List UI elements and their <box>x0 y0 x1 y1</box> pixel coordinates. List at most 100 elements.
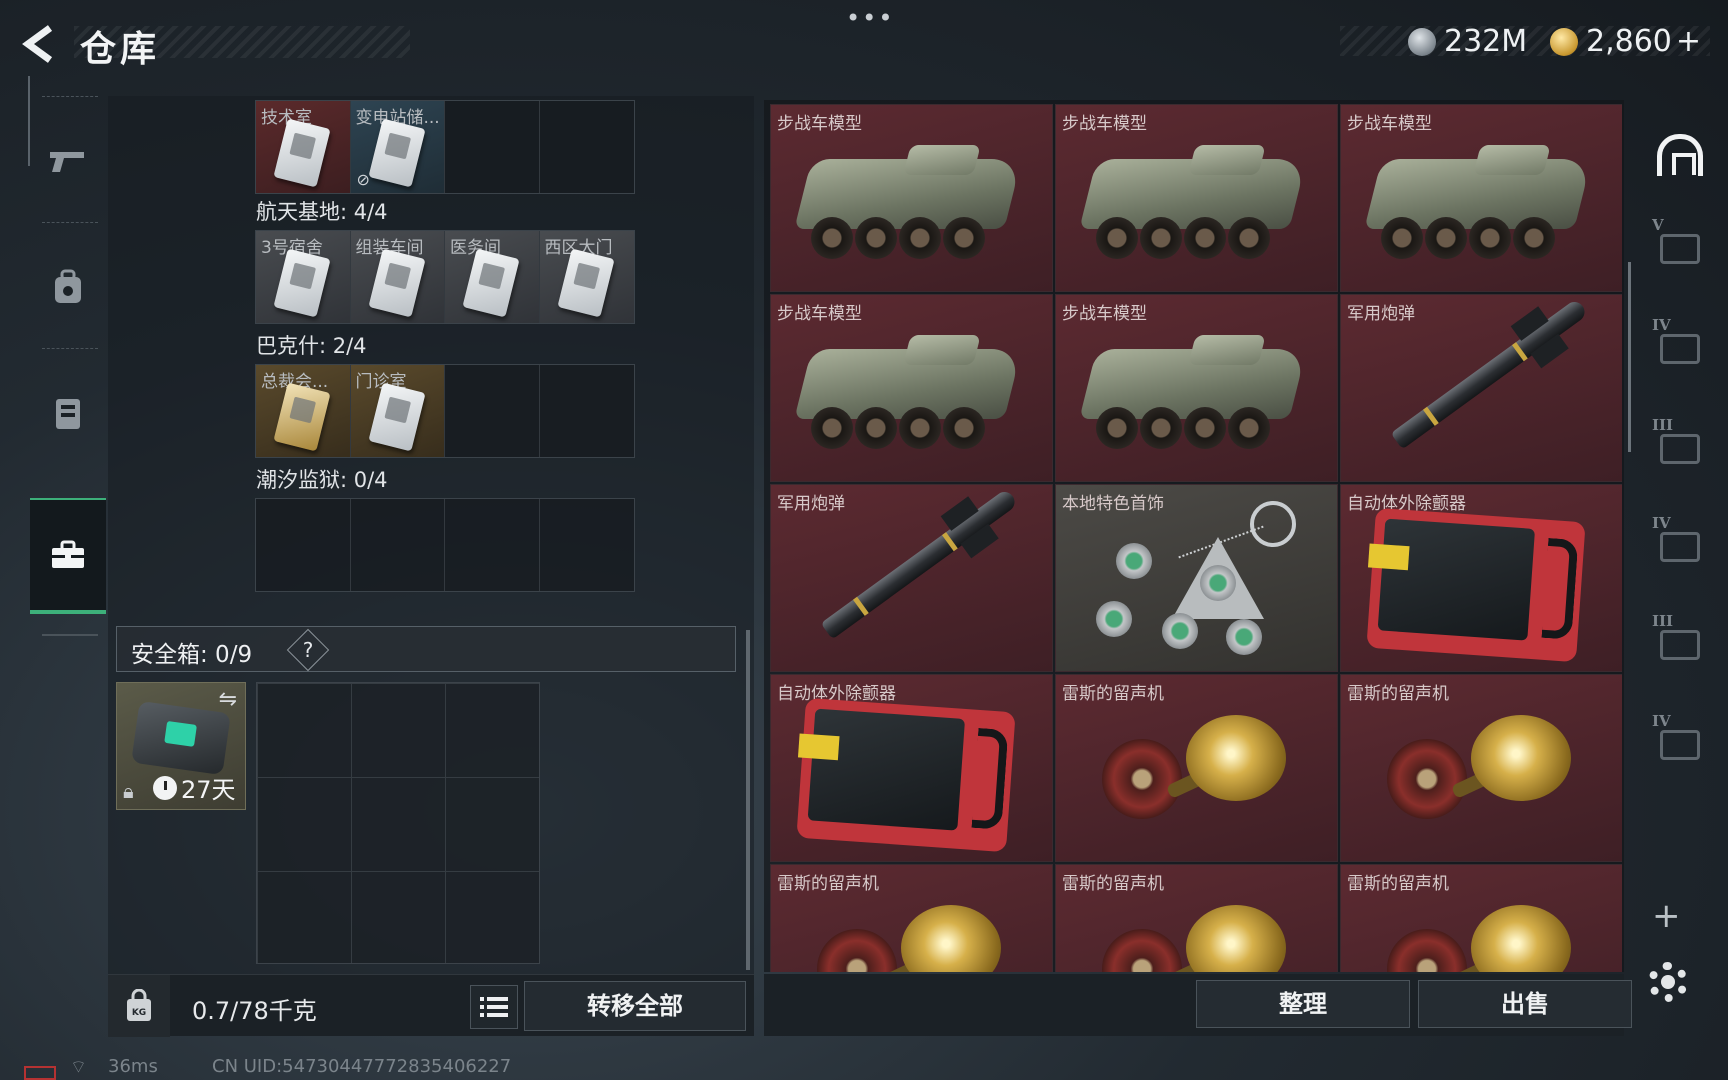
camera-icon <box>1660 234 1700 264</box>
weight-button[interactable]: KG <box>108 975 170 1037</box>
gold-amount: 2,860 <box>1586 24 1672 59</box>
sort-button[interactable]: 整理 <box>1196 980 1410 1028</box>
storage-tab[interactable] <box>1648 120 1712 190</box>
backpack-icon <box>55 269 81 303</box>
key-slot[interactable]: 技术室 <box>256 101 351 193</box>
inventory-item[interactable]: 本地特色首饰 <box>1055 484 1338 672</box>
page-title: 仓库 <box>80 29 161 70</box>
ping-text: 36ms <box>108 1056 158 1077</box>
item-name: 步战车模型 <box>777 304 862 324</box>
key-slot[interactable]: 组装车间 <box>350 231 445 323</box>
section-label: 航天基地: 4/4 <box>256 200 388 224</box>
storage-tab[interactable]: V <box>1648 214 1712 284</box>
key-slot-empty[interactable] <box>351 499 445 591</box>
gramophone-icon <box>811 899 1011 972</box>
apc-model-icon <box>794 145 1022 275</box>
inventory-item[interactable]: 步战车模型 <box>1055 104 1338 292</box>
key-slot[interactable]: 3号宿舍 <box>256 231 351 323</box>
inventory-item[interactable]: 步战车模型 <box>770 294 1053 482</box>
key-slot-empty[interactable] <box>445 499 540 591</box>
inventory-item[interactable]: 自动体外除颤器 <box>770 674 1053 862</box>
list-icon <box>480 997 508 1017</box>
nav-separator <box>42 222 98 223</box>
inventory-item[interactable]: 雷斯的留声机 <box>1340 864 1622 972</box>
keycard-icon <box>367 382 426 452</box>
home-icon <box>1657 134 1703 176</box>
weight-icon: KG <box>127 989 151 1021</box>
right-scrollbar[interactable] <box>1628 262 1631 452</box>
gramophone-icon <box>1381 709 1581 849</box>
key-slot[interactable]: 西区大门 <box>539 231 634 323</box>
settings-gear-icon[interactable] <box>1648 962 1688 1002</box>
key-slot-empty[interactable] <box>445 365 540 457</box>
safe-box-grid[interactable] <box>256 682 540 964</box>
safe-box-container[interactable]: ⇋ 🔒︎ 27天 <box>116 682 246 810</box>
gold-currency[interactable]: 2,860 + <box>1550 24 1701 59</box>
swap-icon[interactable]: ⇋ <box>219 687 237 712</box>
storage-tab[interactable]: III <box>1648 414 1712 484</box>
add-currency-button[interactable]: + <box>1676 24 1701 59</box>
silver-coin-icon <box>1408 27 1436 56</box>
key-slot-empty[interactable] <box>256 499 351 591</box>
back-button[interactable] <box>18 22 62 66</box>
pistol-icon <box>50 152 84 172</box>
storage-tab[interactable]: IV <box>1648 710 1712 780</box>
left-scrollbar[interactable] <box>746 630 750 970</box>
nav-item-toolbox[interactable] <box>30 498 106 614</box>
key-row: 3号宿舍 组装车间 医务间 西区大门 <box>255 230 635 324</box>
nav-item-backpack[interactable] <box>30 232 106 342</box>
add-tab-button[interactable]: + <box>1652 896 1681 936</box>
item-name: 雷斯的留声机 <box>777 874 879 894</box>
left-category-nav <box>20 76 106 636</box>
gramophone-icon <box>1096 899 1296 972</box>
key-row: 技术室 变电站储... ⊘ <box>255 100 635 194</box>
inventory-item[interactable]: 自动体外除颤器 <box>1340 484 1622 672</box>
sell-button[interactable]: 出售 <box>1418 980 1632 1028</box>
more-options-button[interactable]: ••• <box>846 4 894 32</box>
inventory-item[interactable]: 军用炮弹 <box>1340 294 1622 482</box>
missile-icon <box>817 485 1029 643</box>
right-footer: 整理 出售 <box>764 974 1632 1036</box>
key-slot[interactable]: 门诊室 <box>350 365 445 457</box>
section-label: 潮汐监狱: 0/4 <box>256 468 388 492</box>
key-slot-empty[interactable] <box>445 101 540 193</box>
inventory-item[interactable]: 雷斯的留声机 <box>770 864 1053 972</box>
inventory-item[interactable]: 步战车模型 <box>1340 104 1622 292</box>
inventory-item[interactable]: 雷斯的留声机 <box>1055 864 1338 972</box>
item-name: 步战车模型 <box>1062 114 1147 134</box>
inventory-item[interactable]: 步战车模型 <box>770 104 1053 292</box>
folder-icon <box>1660 334 1700 364</box>
inventory-item[interactable]: 军用炮弹 <box>770 484 1053 672</box>
section-label: 巴克什: 2/4 <box>256 334 367 358</box>
gold-coin-icon <box>1550 27 1578 56</box>
storage-tab[interactable]: IV <box>1648 512 1712 582</box>
tab-level: IV <box>1652 316 1671 334</box>
storage-tab[interactable]: IV <box>1648 314 1712 384</box>
top-bar: 仓库 ••• 232M 2,860 + <box>0 0 1728 90</box>
help-button[interactable]: ? <box>286 628 330 672</box>
inventory-item[interactable]: 步战车模型 <box>1055 294 1338 482</box>
inventory-grid-viewport[interactable]: 步战车模型 步战车模型 步战车模型 步战车模型 步战车模型 军用炮弹 军用炮弹 本地特色首饰自… <box>770 104 1622 972</box>
list-view-button[interactable] <box>470 985 518 1029</box>
nav-item-weapon[interactable] <box>30 106 106 216</box>
inventory-item[interactable]: 雷斯的留声机 <box>1055 674 1338 862</box>
key-slot[interactable]: 变电站储... ⊘ <box>350 101 445 193</box>
rental-timer: 27天 <box>153 770 236 805</box>
camera-icon <box>1660 730 1700 760</box>
keycard-icon <box>367 248 426 318</box>
key-slot-empty[interactable] <box>540 499 635 591</box>
timer-text: 27天 <box>181 776 236 804</box>
transfer-all-button[interactable]: 转移全部 <box>524 981 746 1031</box>
item-name: 雷斯的留声机 <box>1062 684 1164 704</box>
tab-level: IV <box>1652 514 1671 532</box>
key-slot[interactable]: 总裁会... <box>256 365 351 457</box>
nav-item-vest[interactable] <box>30 358 106 468</box>
inventory-item[interactable]: 雷斯的留声机 <box>1340 674 1622 862</box>
key-slot-empty[interactable] <box>540 365 635 457</box>
tab-level: V <box>1652 216 1664 234</box>
key-slot[interactable]: 医务间 <box>445 231 540 323</box>
storage-tab[interactable]: III <box>1648 610 1712 680</box>
item-name: 步战车模型 <box>777 114 862 134</box>
key-slot-empty[interactable] <box>540 101 635 193</box>
item-name: 军用炮弹 <box>777 494 845 514</box>
